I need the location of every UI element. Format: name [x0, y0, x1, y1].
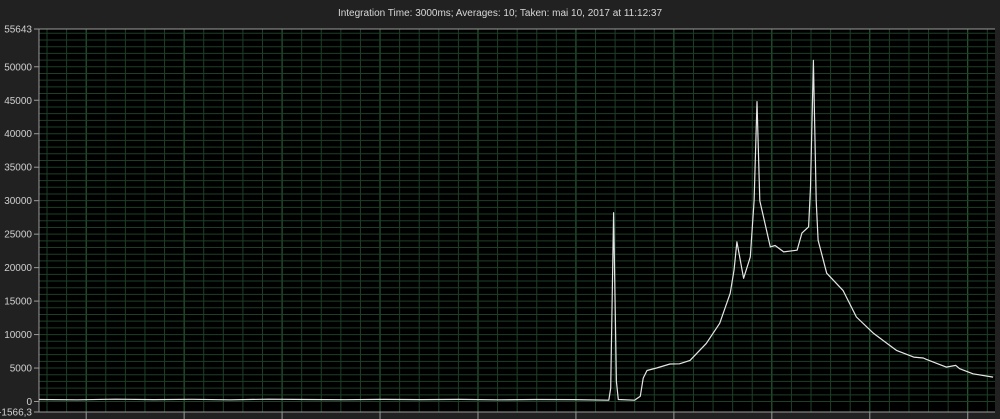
y-tick-label: 0 [26, 397, 32, 408]
y-tick-label: 20000 [4, 263, 32, 274]
y-tick-label: 50000 [4, 62, 32, 73]
y-tick-label: 10000 [4, 330, 32, 341]
y-tick-label: 15000 [4, 297, 32, 308]
y-tick-label: 40000 [4, 129, 32, 140]
y-tick-label: 25000 [4, 230, 32, 241]
y-tick-label: 5000 [10, 364, 33, 375]
spectrum-chart: -1566,30 5000 10000 15000 20000 25000 30000 350… [0, 25, 995, 419]
y-tick-label: 45000 [4, 96, 32, 107]
y-tick-label: 55643 [4, 25, 32, 36]
y-tick-label: -1566,3 [0, 408, 32, 419]
y-tick-label: 30000 [4, 196, 32, 207]
y-tick-label: 35000 [4, 163, 32, 174]
